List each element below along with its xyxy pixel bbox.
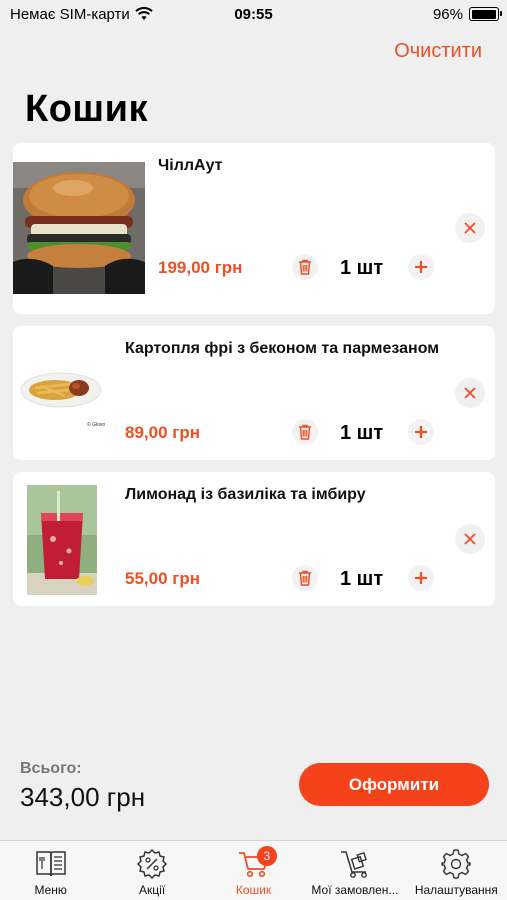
item-price: 89,00 грн	[125, 423, 200, 442]
battery-percent: 96%	[432, 5, 463, 23]
status-right: 96%	[432, 5, 502, 23]
tab-my-orders[interactable]: Мої замовлен...	[304, 841, 405, 900]
fries-image: © Glovo	[13, 344, 113, 444]
remove-item-button[interactable]	[455, 378, 485, 408]
tab-label: Акції	[139, 883, 166, 897]
trash-icon	[299, 570, 311, 586]
tab-label: Кошик	[235, 883, 272, 897]
cart-item-card: © Glovo Картопля фрі з беконом та пармез…	[13, 326, 495, 460]
close-icon	[464, 387, 476, 399]
increase-button[interactable]	[408, 565, 434, 591]
burger-image	[13, 162, 145, 294]
remove-item-button[interactable]	[455, 213, 485, 243]
decrease-button[interactable]	[292, 565, 318, 591]
total-label: Всього:	[20, 760, 82, 777]
item-price: 55,00 грн	[125, 569, 200, 588]
increase-button[interactable]	[408, 254, 434, 280]
wifi-icon	[135, 7, 153, 20]
gear-icon	[439, 848, 473, 880]
remove-item-button[interactable]	[455, 524, 485, 554]
carrier-text: Немає SIM-карти	[10, 5, 130, 23]
decrease-button[interactable]	[292, 419, 318, 445]
plus-icon	[415, 572, 427, 584]
tab-bar: Меню Акції 3 Кошик Мої замовлен... Налаш…	[0, 840, 507, 900]
cart-count-badge: 3	[256, 846, 277, 866]
battery-icon	[469, 7, 502, 21]
trash-icon	[299, 259, 311, 275]
plus-icon	[415, 261, 427, 273]
tab-label: Мої замовлен...	[311, 883, 399, 897]
trolley-icon	[338, 848, 372, 880]
page-title: Кошик	[25, 88, 148, 130]
photo-watermark: © Glovo	[87, 421, 105, 428]
decrease-button[interactable]	[292, 254, 318, 280]
book-icon	[34, 848, 68, 880]
tab-cart[interactable]: 3 Кошик	[203, 841, 304, 900]
cart-item-card: ЧіллАут 199,00 грн 1 шт	[13, 143, 495, 314]
tab-promotions[interactable]: Акції	[101, 841, 202, 900]
checkout-button[interactable]: Оформити	[299, 763, 489, 806]
clear-cart-button[interactable]: Очистити	[394, 40, 482, 63]
status-bar: Немає SIM-карти 09:55 96%	[0, 0, 507, 28]
item-quantity: 1 шт	[340, 568, 384, 590]
item-quantity: 1 шт	[340, 257, 384, 279]
increase-button[interactable]	[408, 419, 434, 445]
discount-icon	[135, 848, 169, 880]
status-left: Немає SIM-карти	[10, 6, 153, 23]
trash-icon	[299, 424, 311, 440]
item-name: Картопля фрі з беконом та пармезаном	[125, 340, 440, 357]
battery-fill	[471, 9, 496, 19]
close-icon	[464, 222, 476, 234]
item-quantity: 1 шт	[340, 422, 384, 444]
lemonade-image	[27, 485, 97, 595]
tab-menu[interactable]: Меню	[0, 841, 101, 900]
item-name: ЧіллАут	[158, 157, 223, 174]
item-price: 199,00 грн	[158, 258, 243, 277]
tab-settings[interactable]: Налаштування	[406, 841, 507, 900]
item-name: Лимонад із базиліка та імбиру	[125, 486, 366, 503]
close-icon	[464, 533, 476, 545]
total-value: 343,00 грн	[20, 782, 146, 812]
tab-label: Налаштування	[414, 883, 498, 897]
plus-icon	[415, 426, 427, 438]
cart-item-card: Лимонад із базиліка та імбиру 55,00 грн …	[13, 472, 495, 606]
tab-label: Меню	[34, 883, 67, 897]
